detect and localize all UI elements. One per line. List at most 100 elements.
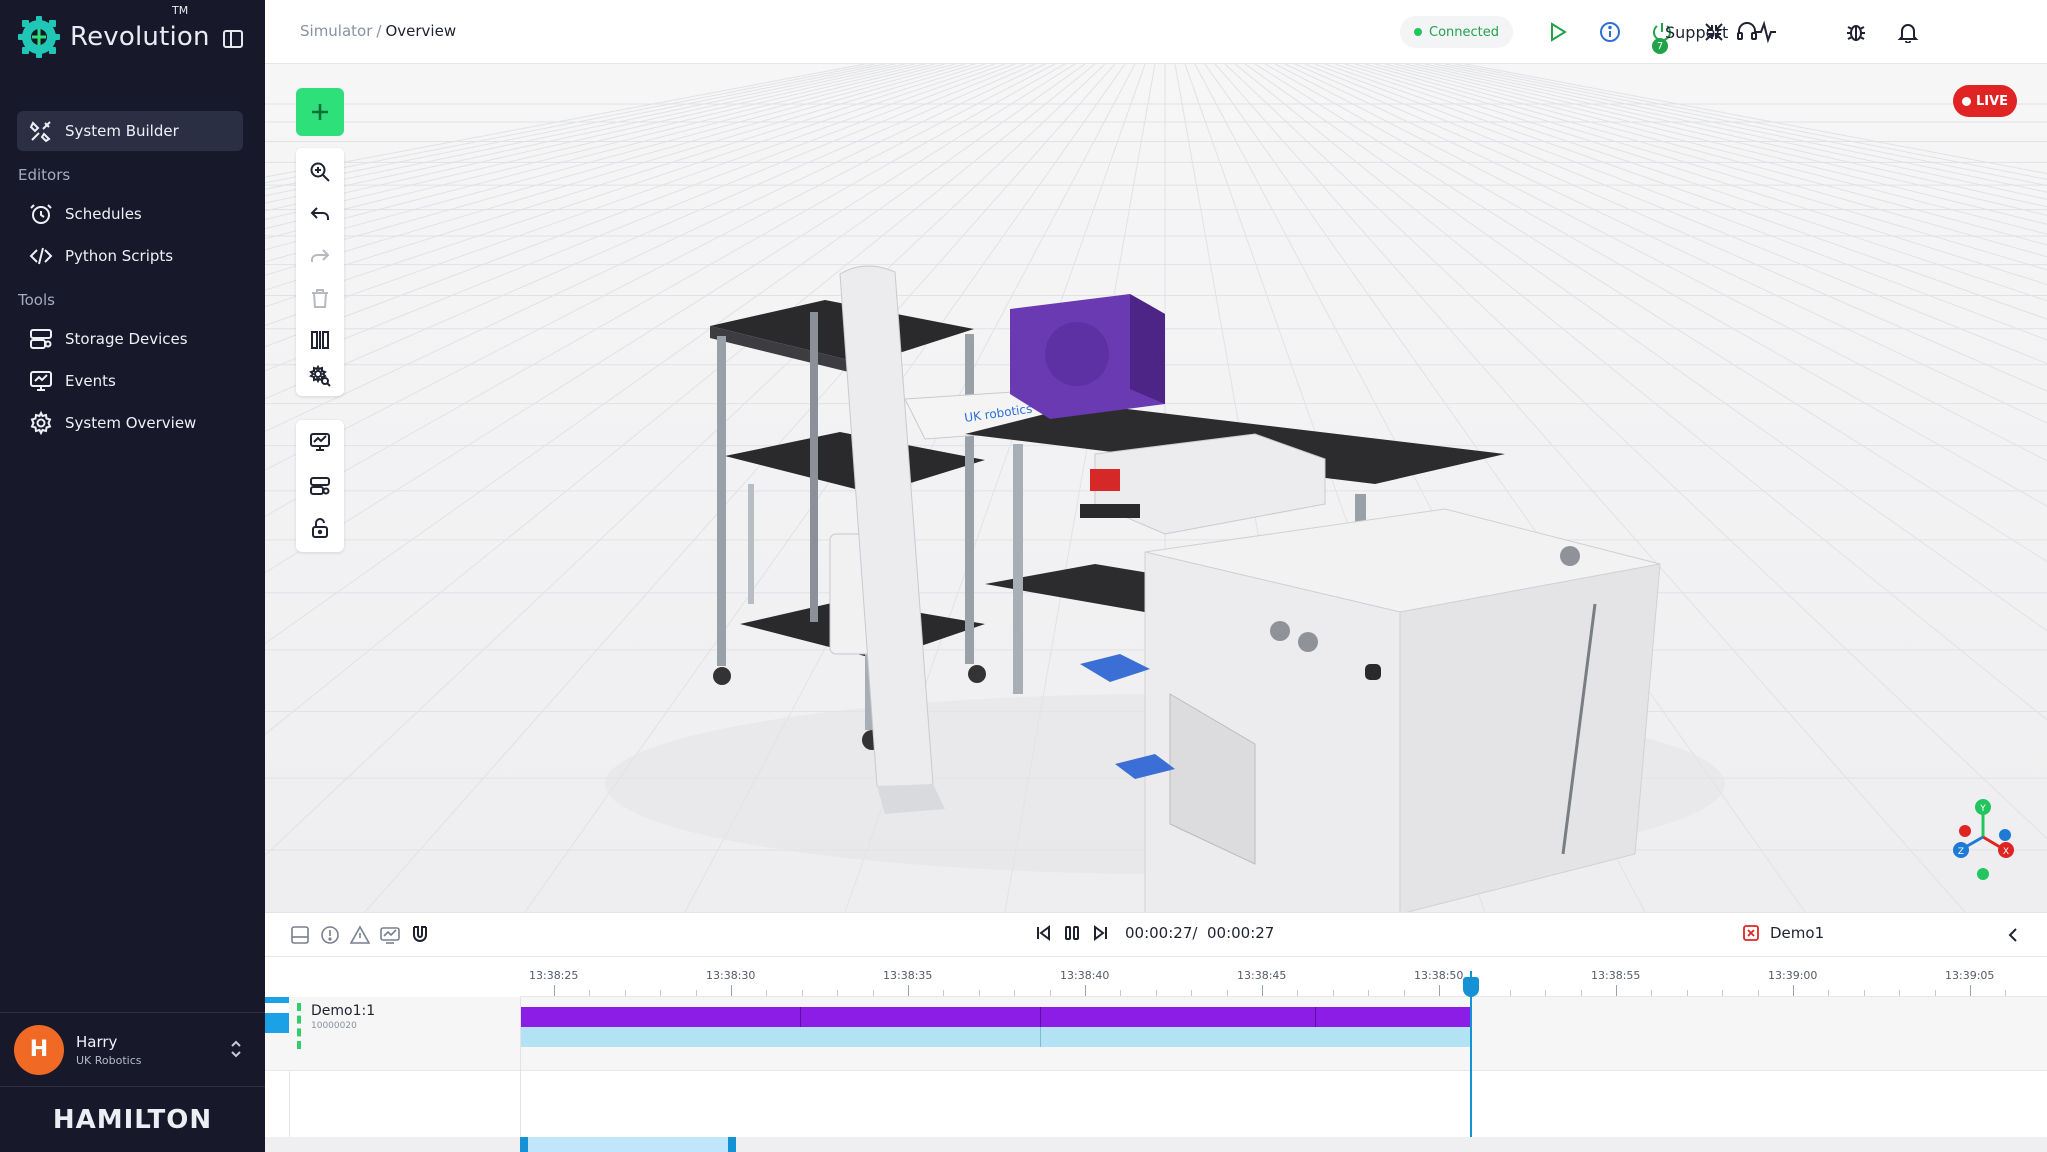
tick-minor (660, 990, 662, 996)
track-color-stripe-gap (265, 1003, 289, 1013)
breadcrumb-current: Overview (385, 22, 457, 40)
timeline-scroll-thumb[interactable] (520, 1137, 736, 1152)
tick-major (1616, 985, 1617, 996)
tick-major (1262, 985, 1263, 996)
section-tools: Tools (18, 291, 55, 309)
gear-icon (29, 411, 53, 435)
trash-icon (309, 287, 331, 309)
delete-button[interactable] (296, 278, 344, 318)
support-button[interactable]: Support (1665, 16, 1758, 48)
sidebar-item-storage-devices[interactable]: Storage Devices (17, 322, 243, 356)
timeline-ruler[interactable]: 13:38:25 13:38:30 13:38:35 13:38:40 13:38:45… (520, 957, 2047, 997)
sidebar-item-python-scripts[interactable]: Python Scripts (17, 239, 243, 273)
clock-icon (29, 202, 53, 226)
magnet-icon[interactable] (409, 924, 431, 946)
sidebar-item-label: Schedules (65, 205, 142, 223)
section-editors: Editors (18, 166, 71, 184)
left-divider (289, 1071, 290, 1137)
message-filter-icon[interactable] (289, 924, 311, 946)
hamilton-logo-text: HAMILTON (52, 1104, 213, 1135)
breadcrumb-parent[interactable]: Simulator (300, 22, 372, 40)
user-name: Harry (76, 1032, 118, 1051)
demo-schedule-chip[interactable]: Demo1 (1742, 924, 1824, 942)
current-time: 00:00:27 (1125, 924, 1193, 942)
zoom-in-button[interactable] (296, 152, 344, 192)
tick-minor (1332, 990, 1334, 996)
step-divider (1315, 1007, 1316, 1027)
simulation-viewport[interactable]: UK robotics Y X Z LIVE (265, 64, 2047, 912)
sidebar-item-system-builder[interactable]: System Builder (17, 111, 243, 151)
user-panel[interactable]: H Harry UK Robotics (0, 1012, 265, 1086)
app-name: Revolution (70, 22, 210, 52)
tick-minor (766, 990, 768, 996)
tick-minor (1120, 990, 1122, 996)
sidebar-collapse-icon[interactable] (222, 28, 244, 50)
sidebar-item-label: Storage Devices (65, 330, 188, 348)
undo-button[interactable] (296, 194, 344, 234)
tick-label: 13:38:45 (1237, 969, 1287, 982)
storage-icon (29, 327, 53, 351)
tick-label: 13:38:35 (883, 969, 933, 982)
redo-icon (309, 245, 331, 267)
add-button[interactable] (296, 88, 344, 136)
info-filter-icon[interactable] (319, 924, 341, 946)
tick-minor (1226, 990, 1228, 996)
tick-minor (1545, 990, 1547, 996)
redo-button[interactable] (296, 236, 344, 276)
pause-icon[interactable] (1063, 924, 1081, 942)
schedule-bar-tasks[interactable] (521, 1027, 1471, 1047)
info-icon[interactable] (1595, 17, 1625, 47)
chevron-left-icon[interactable] (2005, 926, 2021, 944)
demo-name: Demo1 (1770, 924, 1825, 942)
tick-minor (1509, 990, 1511, 996)
connection-status: Connected (1400, 16, 1514, 48)
revolution-logo-icon (18, 16, 60, 58)
storage-button[interactable] (296, 466, 344, 506)
tick-label: 13:38:50 (1414, 969, 1464, 982)
axis-z-label: Z (1958, 847, 1964, 857)
bell-icon[interactable] (1893, 17, 1923, 47)
timeline-panel: 00:00:27/ 00:00:27 Demo1 13:38:25 13:38:3… (265, 912, 2047, 1152)
tick-label: 13:38:25 (529, 969, 579, 982)
track-name: Demo1:1 (311, 1003, 376, 1019)
tick-minor (1934, 990, 1936, 996)
sidebar-item-label: System Overview (65, 414, 197, 432)
sidebar-item-system-overview[interactable]: System Overview (17, 406, 243, 440)
breadcrumb-separator: / (376, 22, 382, 40)
play-icon[interactable] (1543, 17, 1573, 47)
sidebar-item-events[interactable]: Events (17, 364, 243, 398)
user-org: UK Robotics (76, 1053, 142, 1067)
tools-icon (29, 119, 53, 143)
lock-button[interactable] (296, 508, 344, 548)
breadcrumb: Simulator / Overview (300, 22, 456, 40)
event-filter-icon[interactable] (379, 924, 401, 946)
warning-filter-icon[interactable] (349, 924, 371, 946)
bug-icon[interactable] (1841, 17, 1871, 47)
hamilton-logo: HAMILTON (0, 1086, 265, 1152)
tick-minor (1049, 990, 1051, 996)
settings-search-button[interactable] (296, 356, 344, 396)
playhead-handle[interactable] (1463, 977, 1479, 997)
tick-minor (1297, 990, 1299, 996)
schedule-bar-steps[interactable] (521, 1007, 1471, 1027)
sidebar-item-schedules[interactable]: Schedules (17, 197, 243, 231)
monitor-button[interactable] (296, 422, 344, 462)
tick-minor (978, 990, 980, 996)
plus-icon (310, 102, 330, 122)
sidebar-item-label: Python Scripts (65, 247, 174, 265)
step-divider (1040, 1007, 1041, 1027)
skip-back-icon[interactable] (1035, 924, 1053, 942)
skip-forward-icon[interactable] (1091, 924, 1109, 942)
close-square-icon[interactable] (1742, 924, 1760, 942)
align-button[interactable] (296, 320, 344, 360)
tick-label: 13:39:05 (1945, 969, 1995, 982)
scene-toolbar (296, 148, 344, 396)
headset-icon (1736, 21, 1758, 43)
status-dot-icon (1414, 28, 1422, 36)
tick-minor (943, 990, 945, 996)
chevron-up-down-icon[interactable] (229, 1039, 243, 1059)
time-separator: / (1192, 924, 1198, 942)
scene-canvas[interactable]: UK robotics Y X Z (265, 64, 2047, 912)
axis-y-label: Y (1979, 804, 1986, 814)
step-divider (800, 1007, 801, 1027)
